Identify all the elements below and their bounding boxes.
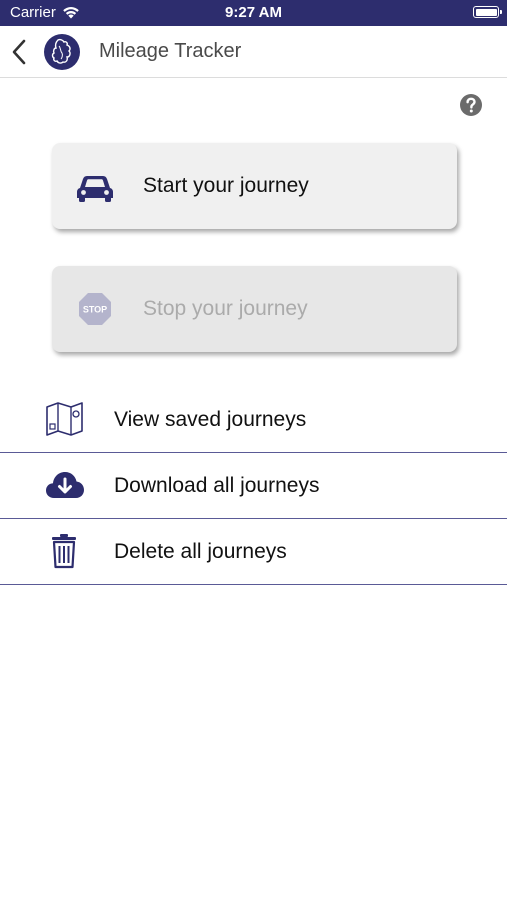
menu-item-label: Delete all journeys (114, 540, 287, 563)
view-saved-journeys-item[interactable]: View saved journeys (0, 387, 507, 453)
journey-menu: View saved journeys Download all journey… (0, 387, 507, 585)
page-title: Mileage Tracker (99, 40, 242, 62)
car-icon (77, 176, 113, 202)
trash-icon (52, 534, 76, 569)
map-icon (46, 402, 83, 436)
menu-item-label: View saved journeys (114, 408, 307, 431)
stop-journey-button[interactable]: STOP Stop your journey (52, 266, 457, 352)
svg-text:STOP: STOP (83, 305, 107, 315)
app-logo (44, 34, 80, 70)
status-time: 9:27 AM (225, 4, 282, 21)
question-circle-icon[interactable] (459, 93, 483, 117)
download-all-journeys-item[interactable]: Download all journeys (0, 453, 507, 519)
stop-sign-icon: STOP (79, 293, 111, 325)
status-bar: Carrier 9:27 AM (0, 0, 507, 26)
menu-item-label: Download all journeys (114, 474, 320, 497)
stop-journey-label: Stop your journey (143, 297, 308, 320)
navigation-bar: Mileage Tracker (0, 26, 507, 78)
cloud-download-icon (46, 472, 84, 498)
start-journey-button[interactable]: Start your journey (52, 143, 457, 229)
chevron-left-icon[interactable] (8, 38, 32, 66)
start-journey-label: Start your journey (143, 174, 309, 197)
battery-icon (473, 6, 502, 18)
delete-all-journeys-item[interactable]: Delete all journeys (0, 519, 507, 585)
